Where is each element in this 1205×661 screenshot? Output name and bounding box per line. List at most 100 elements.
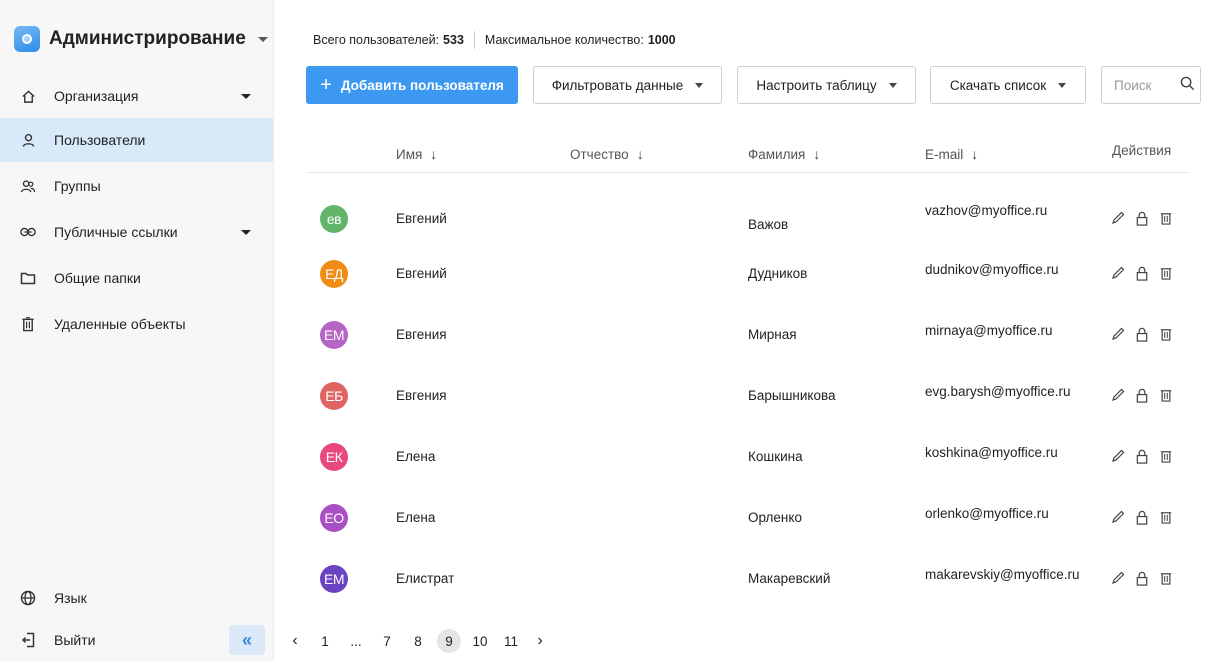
chevron-down-icon xyxy=(241,229,251,235)
sidebar-item-label: Общие папки xyxy=(54,270,141,286)
edit-icon[interactable] xyxy=(1110,209,1126,227)
avatar: ЕД xyxy=(320,260,348,288)
trash-icon[interactable] xyxy=(1158,569,1174,587)
page-number[interactable]: 9 xyxy=(437,629,461,653)
table-row[interactable]: ЕМ Елистрат Макаревский makarevskiy@myoffic… xyxy=(306,546,1188,608)
sidebar-item-organization[interactable]: Организация xyxy=(0,74,273,118)
lock-icon[interactable] xyxy=(1134,325,1150,343)
cell-first-name: Евгений xyxy=(396,211,447,226)
add-user-label: Добавить пользователя xyxy=(340,77,504,93)
app-title: Администрирование xyxy=(49,28,246,49)
sidebar-item-label: Удаленные объекты xyxy=(54,316,186,332)
app-switcher[interactable]: Администрирование xyxy=(14,26,268,52)
sidebar-item-label: Выйти xyxy=(54,632,96,648)
column-header-last-name[interactable]: Фамилия ↓ xyxy=(748,146,820,162)
column-header-label: Отчество xyxy=(570,146,629,162)
trash-icon[interactable] xyxy=(1158,386,1174,404)
column-header-patronymic[interactable]: Отчество ↓ xyxy=(570,146,644,162)
total-users-label: Всего пользователей: xyxy=(313,33,440,47)
sidebar-item-users[interactable]: Пользователи xyxy=(0,118,273,162)
page-number[interactable]: 11 xyxy=(499,629,523,653)
link-icon xyxy=(20,224,36,240)
sidebar-item-deleted-objects[interactable]: Удаленные объекты xyxy=(0,302,273,346)
download-list-label: Скачать список xyxy=(949,77,1047,93)
table-header-divider xyxy=(306,172,1188,173)
cell-first-name: Елистрат xyxy=(396,571,455,586)
add-user-button[interactable]: + Добавить пользователя xyxy=(306,66,518,104)
cell-email: koshkina@myoffice.ru xyxy=(925,445,1058,460)
edit-icon[interactable] xyxy=(1110,569,1126,587)
page-number[interactable]: 1 xyxy=(313,629,337,653)
prev-page-icon[interactable]: ‹ xyxy=(285,632,305,650)
avatar: ев xyxy=(320,205,348,233)
lock-icon[interactable] xyxy=(1134,447,1150,465)
row-actions xyxy=(1110,209,1182,227)
page-list: 1... 7 8 9 10 11 xyxy=(313,629,530,653)
sidebar-item-shared-folders[interactable]: Общие папки xyxy=(0,256,273,300)
page-number[interactable]: 8 xyxy=(406,629,430,653)
user-stats: Всего пользователей: 533 Максимальное ко… xyxy=(313,31,676,49)
chevron-down-icon xyxy=(695,82,704,88)
lock-icon[interactable] xyxy=(1134,569,1150,587)
lock-icon[interactable] xyxy=(1134,508,1150,526)
page-number[interactable]: 10 xyxy=(468,629,492,653)
edit-icon[interactable] xyxy=(1110,447,1126,465)
edit-icon[interactable] xyxy=(1110,386,1126,404)
edit-icon[interactable] xyxy=(1110,325,1126,343)
avatar: ЕБ xyxy=(320,382,348,410)
table-row[interactable]: ЕО Елена Орленко orlenko@myoffice.ru xyxy=(306,485,1188,547)
lock-icon[interactable] xyxy=(1134,264,1150,282)
lock-icon[interactable] xyxy=(1134,209,1150,227)
column-header-email[interactable]: E-mail ↓ xyxy=(925,146,978,162)
cell-email: evg.barysh@myoffice.ru xyxy=(925,384,1071,399)
sidebar-item-public-links[interactable]: Публичные ссылки xyxy=(0,210,273,254)
trash-icon[interactable] xyxy=(1158,447,1174,465)
lock-icon[interactable] xyxy=(1134,386,1150,404)
cell-email: makarevskiy@myoffice.ru xyxy=(925,567,1080,582)
sidebar-item-label: Пользователи xyxy=(54,132,146,148)
cell-first-name: Елена xyxy=(396,449,436,464)
page-number[interactable]: 7 xyxy=(375,629,399,653)
avatar: ЕМ xyxy=(320,321,348,349)
search-icon[interactable] xyxy=(1180,76,1195,94)
sidebar-item-groups[interactable]: Группы xyxy=(0,164,273,208)
sidebar-item-language[interactable]: Язык xyxy=(0,576,273,620)
page-ellipsis: ... xyxy=(350,633,362,649)
sort-arrow-icon: ↓ xyxy=(636,146,644,162)
filter-data-dropdown[interactable]: Фильтровать данные xyxy=(533,66,722,104)
trash-icon[interactable] xyxy=(1158,209,1174,227)
column-header-first-name[interactable]: Имя ↓ xyxy=(396,146,437,162)
download-list-dropdown[interactable]: Скачать список xyxy=(930,66,1086,104)
cell-last-name: Макаревский xyxy=(748,571,831,586)
collapse-sidebar-button[interactable]: « xyxy=(229,625,265,655)
pagination: ‹ 1... 7 8 9 10 11 › xyxy=(285,627,558,655)
trash-icon[interactable] xyxy=(1158,264,1174,282)
configure-table-dropdown[interactable]: Настроить таблицу xyxy=(737,66,916,104)
sidebar-item-label: Организация xyxy=(54,88,139,104)
table-row[interactable]: ЕМ Евгения Мирная mirnaya@myoffice.ru xyxy=(306,302,1188,364)
table-row[interactable]: ЕД Евгений Дудников dudnikov@myoffice.ru xyxy=(306,241,1188,303)
edit-icon[interactable] xyxy=(1110,264,1126,282)
row-actions xyxy=(1110,508,1182,526)
chevron-down-icon xyxy=(1058,82,1067,88)
folder-icon xyxy=(20,270,36,286)
trash-icon[interactable] xyxy=(1158,508,1174,526)
table-row[interactable]: ев Евгений Важов vazhov@myoffice.ru xyxy=(306,180,1188,242)
cell-last-name: Барышникова xyxy=(748,388,836,403)
configure-table-label: Настроить таблицу xyxy=(756,77,877,93)
app-logo-icon xyxy=(14,26,40,52)
search-input[interactable] xyxy=(1114,77,1174,93)
cell-email: vazhov@myoffice.ru xyxy=(925,203,1048,218)
table-row[interactable]: ЕК Елена Кошкина koshkina@myoffice.ru xyxy=(306,424,1188,486)
row-actions xyxy=(1110,569,1182,587)
cell-last-name: Орленко xyxy=(748,510,802,525)
next-page-icon[interactable]: › xyxy=(530,632,550,650)
cell-first-name: Евгения xyxy=(396,388,447,403)
trash-icon[interactable] xyxy=(1158,325,1174,343)
sort-arrow-icon: ↓ xyxy=(813,146,821,162)
table-row[interactable]: ЕБ Евгения Барышникова evg.barysh@myoffice.… xyxy=(306,363,1188,425)
chevron-down-icon xyxy=(888,82,897,88)
edit-icon[interactable] xyxy=(1110,508,1126,526)
search-box[interactable] xyxy=(1101,66,1201,104)
cell-last-name: Дудников xyxy=(748,266,808,281)
